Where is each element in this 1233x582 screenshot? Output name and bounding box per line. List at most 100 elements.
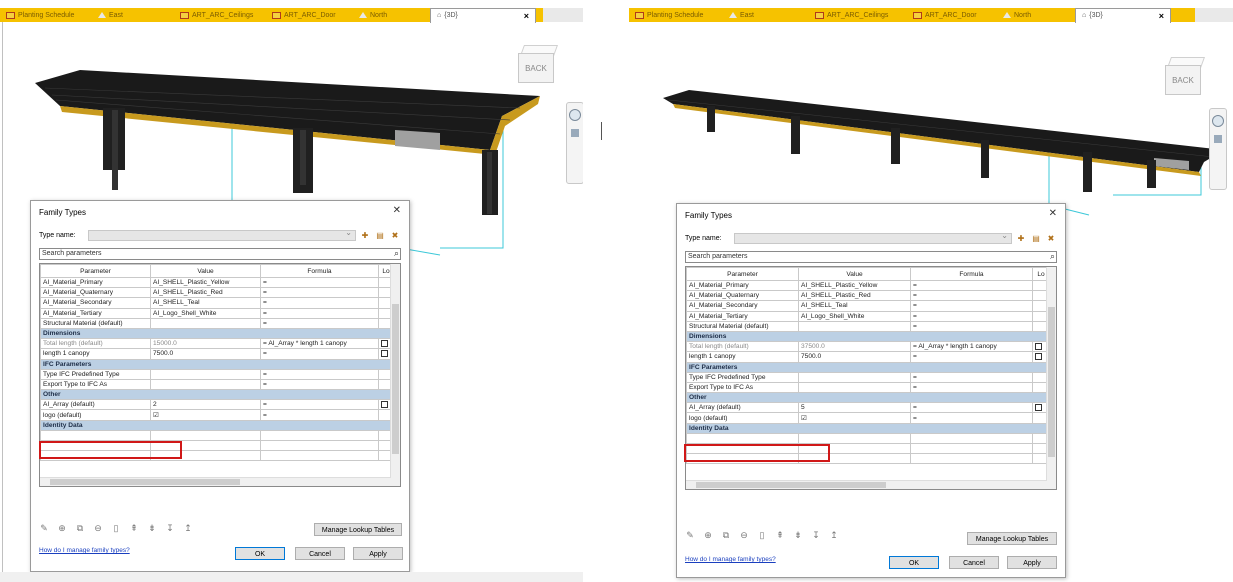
sort-descending-icon[interactable]: ↥ (183, 523, 193, 534)
parameter-formula[interactable]: = (910, 402, 1033, 414)
help-link[interactable]: How do I manage family types? (39, 547, 130, 554)
steering-wheel-icon[interactable] (1212, 115, 1224, 127)
scrollbar-thumb[interactable] (696, 482, 886, 488)
apply-button[interactable]: Apply (1007, 556, 1057, 569)
ok-button[interactable]: OK (889, 556, 939, 569)
type-name-dropdown[interactable] (734, 231, 1012, 244)
horizontal-scrollbar[interactable] (686, 480, 1047, 489)
parameter-value[interactable]: 7500.0 (150, 348, 261, 360)
table-row[interactable]: Structural Material (default) = (686, 320, 1050, 332)
apply-button[interactable]: Apply (353, 547, 403, 560)
parameter-value[interactable] (150, 378, 261, 391)
edit-parameter-icon[interactable]: ✎ (39, 523, 49, 534)
new-shared-parameter-icon[interactable]: ⧉ (721, 530, 731, 541)
new-parameter-icon[interactable]: ⊕ (703, 530, 713, 541)
group-row[interactable]: Other (40, 389, 394, 401)
parameter-value[interactable]: AI_SHELL_Teal (150, 297, 261, 309)
parameter-value[interactable]: 15000.0 (150, 338, 261, 350)
group-row[interactable]: Identity Data (686, 422, 1050, 434)
parameter-value[interactable]: AI_SHELL_Plastic_Yellow (150, 276, 261, 289)
parameter-formula[interactable]: = AI_Array * length 1 canopy (910, 341, 1033, 353)
parameter-formula[interactable]: = (910, 320, 1033, 332)
parameter-value[interactable]: AI_SHELL_Teal (798, 300, 911, 312)
move-down-icon[interactable]: ⇟ (147, 523, 157, 534)
table-row[interactable]: AI_Material_Secondary AI_SHELL_Teal = (40, 297, 394, 309)
move-up-icon[interactable]: ⇞ (775, 530, 785, 541)
steering-wheel-icon[interactable] (569, 109, 581, 121)
group-label[interactable]: Identity Data (686, 422, 1050, 434)
lock-checkbox[interactable] (1035, 404, 1042, 412)
parameter-value[interactable]: AI_SHELL_Plastic_Red (150, 287, 261, 299)
parameter-formula[interactable]: = (910, 310, 1033, 322)
group-row[interactable]: Identity Data (40, 419, 394, 431)
group-row[interactable]: Other (686, 392, 1050, 404)
delete-type-icon[interactable]: ✖ (1045, 233, 1057, 244)
parameter-value[interactable] (150, 368, 261, 380)
lock-checkbox[interactable] (381, 340, 388, 348)
parameter-formula[interactable]: = (910, 290, 1033, 302)
copy-parameter-icon[interactable]: ▯ (757, 530, 767, 541)
table-row[interactable]: Total length (default) 37500.0 = AI_Array … (686, 341, 1050, 353)
viewcube-back-face[interactable]: BACK (518, 53, 554, 83)
table-row[interactable]: Total length (default) 15000.0 = AI_Array … (40, 338, 394, 350)
parameter-formula[interactable]: = (260, 276, 379, 289)
parameter-formula[interactable]: = (910, 381, 1033, 394)
parameter-formula[interactable]: = (260, 287, 379, 299)
search-parameters-input[interactable]: Search parameters ⌕ (39, 248, 401, 260)
table-row[interactable]: AI_Material_Primary AI_SHELL_Plastic_Yell… (686, 279, 1050, 292)
lock-checkbox[interactable] (1035, 343, 1042, 351)
parameter-value[interactable] (798, 371, 911, 383)
zoom-icon[interactable] (571, 129, 579, 137)
group-row[interactable]: IFC Parameters (40, 358, 394, 370)
parameter-formula[interactable]: = (910, 371, 1033, 383)
cancel-button[interactable]: Cancel (949, 556, 999, 569)
scrollbar-thumb[interactable] (392, 304, 399, 454)
table-row[interactable]: Export Type to IFC As = (686, 381, 1050, 394)
column-header-parameter[interactable]: Parameter (686, 267, 799, 281)
viewcube[interactable]: BACK (1165, 57, 1206, 95)
cancel-button[interactable]: Cancel (295, 547, 345, 560)
parameter-formula[interactable]: = (260, 368, 379, 380)
group-label[interactable]: Dimensions (686, 330, 1050, 343)
new-shared-parameter-icon[interactable]: ⧉ (75, 523, 85, 534)
parameter-formula[interactable]: = (260, 399, 379, 411)
delete-parameter-icon[interactable]: ⊖ (739, 530, 749, 541)
parameter-formula[interactable]: = (260, 317, 379, 329)
parameter-formula[interactable]: = (910, 351, 1033, 363)
table-row[interactable]: AI_Material_Tertiary AI_Logo_Shell_White = (686, 310, 1050, 322)
sort-ascending-icon[interactable]: ↧ (811, 530, 821, 541)
parameter-value[interactable] (798, 381, 911, 394)
group-row[interactable]: Dimensions (686, 330, 1050, 343)
parameter-value[interactable]: ☑ (798, 412, 911, 424)
edit-parameter-icon[interactable]: ✎ (685, 530, 695, 541)
parameter-value[interactable]: AI_Logo_Shell_White (150, 307, 261, 319)
help-link[interactable]: How do I manage family types? (685, 556, 776, 563)
table-row[interactable]: Structural Material (default) = (40, 317, 394, 329)
navigation-bar[interactable] (1209, 108, 1227, 190)
delete-parameter-icon[interactable]: ⊖ (93, 523, 103, 534)
parameter-formula[interactable]: = (260, 307, 379, 319)
rename-type-icon[interactable]: ▤ (374, 230, 386, 241)
parameter-formula[interactable]: = (910, 300, 1033, 312)
move-down-icon[interactable]: ⇟ (793, 530, 803, 541)
search-parameters-input[interactable]: Search parameters ⌕ (685, 251, 1057, 263)
parameter-value[interactable]: AI_Logo_Shell_White (798, 310, 911, 322)
table-row[interactable]: Export Type to IFC As = (40, 378, 394, 391)
table-row[interactable]: logo (default) ☑ = (40, 409, 394, 421)
parameter-formula[interactable]: = AI_Array * length 1 canopy (260, 338, 379, 350)
column-header-parameter[interactable]: Parameter (40, 264, 151, 278)
scrollbar-thumb[interactable] (1048, 307, 1055, 457)
sort-descending-icon[interactable]: ↥ (829, 530, 839, 541)
move-up-icon[interactable]: ⇞ (129, 523, 139, 534)
scrollbar-thumb[interactable] (50, 479, 240, 485)
group-row[interactable]: IFC Parameters (686, 361, 1050, 373)
table-row[interactable]: AI_Material_Quaternary AI_SHELL_Plastic_R… (686, 290, 1050, 302)
group-label[interactable]: Identity Data (40, 419, 394, 431)
table-row[interactable]: AI_Material_Secondary AI_SHELL_Teal = (686, 300, 1050, 312)
group-label[interactable]: Dimensions (40, 327, 394, 340)
group-label[interactable]: Other (40, 389, 394, 401)
parameter-formula[interactable]: = (260, 297, 379, 309)
table-row[interactable]: AI_Array (default) 5 = (686, 402, 1050, 414)
rename-type-icon[interactable]: ▤ (1030, 233, 1042, 244)
parameter-value[interactable] (150, 317, 261, 329)
